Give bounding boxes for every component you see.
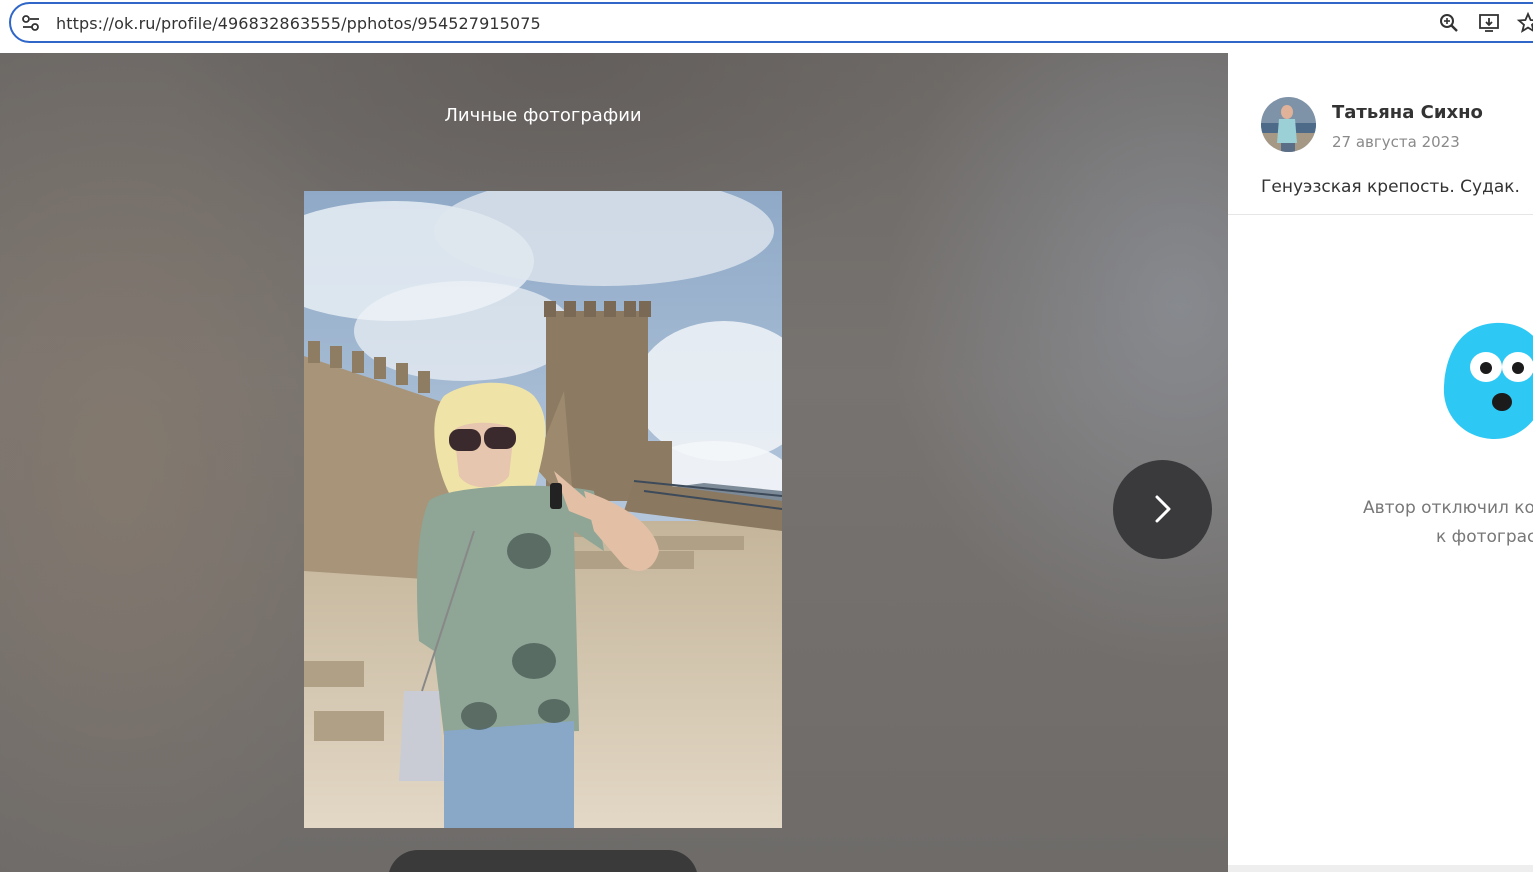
chevron-right-icon <box>1155 495 1171 523</box>
zoom-icon[interactable] <box>1437 11 1461 35</box>
bookmark-star-icon[interactable] <box>1516 11 1533 35</box>
divider <box>1228 214 1533 215</box>
url-text[interactable]: https://ok.ru/profile/496832863555/pphot… <box>56 14 541 33</box>
notice-line-2: к фотограс <box>1436 527 1533 547</box>
surprised-mascot-icon <box>1443 322 1533 439</box>
photo-date: 27 августа 2023 <box>1332 133 1460 151</box>
browser-toolbar: https://ok.ru/profile/496832863555/pphot… <box>0 0 1533 53</box>
album-title[interactable]: Личные фотографии <box>0 105 1086 126</box>
photo-info-panel: Татьяна Сихно 27 августа 2023 Генуэзская… <box>1228 53 1533 872</box>
notice-line-1: Автор отключил ко <box>1363 498 1533 518</box>
install-app-icon[interactable] <box>1477 11 1501 35</box>
comments-disabled-notice: Автор отключил ко к фотограс <box>1363 494 1533 552</box>
photo-description: Генуэзская крепость. Судак. <box>1261 177 1520 197</box>
main-photo[interactable] <box>304 191 782 828</box>
site-settings-icon[interactable] <box>20 12 42 34</box>
next-photo-button[interactable] <box>1113 460 1212 559</box>
photo-actions-bar[interactable] <box>388 850 698 872</box>
author-name[interactable]: Татьяна Сихно <box>1332 102 1483 123</box>
photo-viewer: Личные фотографии <box>0 53 1228 872</box>
author-avatar[interactable] <box>1261 97 1316 152</box>
panel-footer <box>1228 865 1533 872</box>
